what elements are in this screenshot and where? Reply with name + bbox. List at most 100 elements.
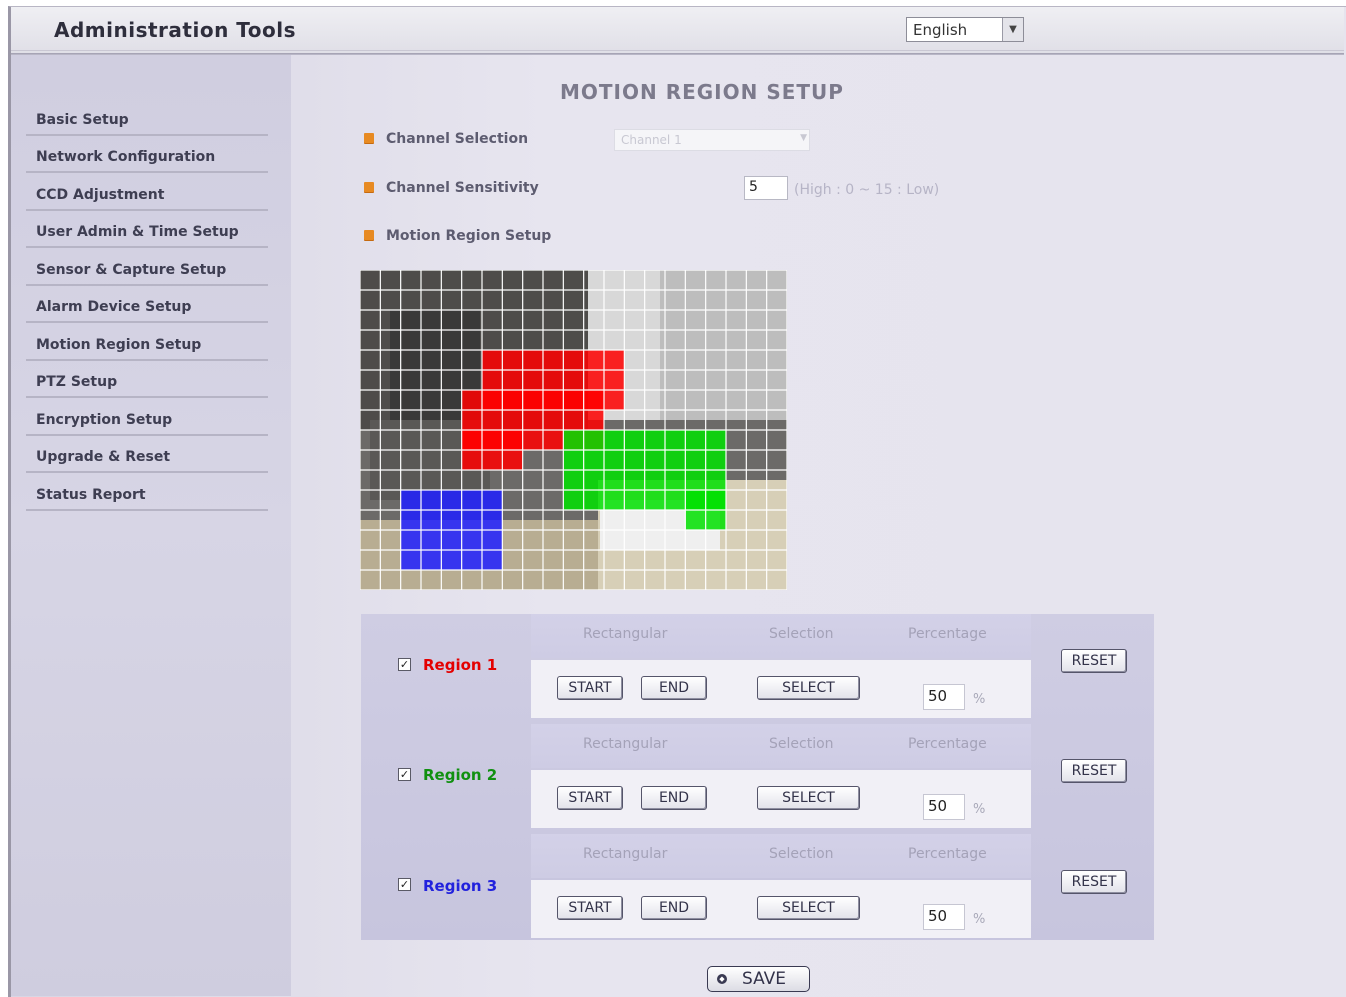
region-1-cell[interactable] [543, 350, 564, 370]
region-1-cell[interactable] [583, 350, 604, 370]
region-3-percentage-input[interactable]: 50 [923, 904, 965, 930]
region-2-cell[interactable] [604, 490, 625, 510]
region-2-checkbox[interactable]: ✓ [398, 768, 411, 781]
region-3-cell[interactable] [400, 530, 421, 550]
region-1-select-button[interactable]: SELECT [757, 676, 860, 700]
sidebar-item-basic-setup[interactable]: Basic Setup [26, 100, 268, 136]
region-3-cell[interactable] [421, 490, 442, 510]
motion-grid-canvas[interactable] [360, 270, 787, 590]
region-1-cell[interactable] [543, 370, 564, 390]
region-1-cell[interactable] [583, 370, 604, 390]
language-select[interactable]: English ▼ [906, 17, 1024, 42]
region-2-cell[interactable] [583, 450, 604, 470]
region-1-cell[interactable] [502, 450, 523, 470]
region-1-cell[interactable] [543, 430, 564, 450]
region-2-start-button[interactable]: START [557, 786, 623, 810]
region-2-percentage-input[interactable]: 50 [923, 794, 965, 820]
region-1-cell[interactable] [583, 390, 604, 410]
region-2-cell[interactable] [604, 430, 625, 450]
region-2-cell[interactable] [563, 430, 584, 450]
region-2-cell[interactable] [583, 490, 604, 510]
region-1-end-button[interactable]: END [641, 676, 707, 700]
region-1-cell[interactable] [604, 370, 625, 390]
sidebar-item-motion-region-setup[interactable]: Motion Region Setup [26, 325, 268, 361]
region-3-cell[interactable] [400, 490, 421, 510]
region-3-cell[interactable] [482, 550, 503, 570]
region-2-reset-button[interactable]: RESET [1061, 759, 1127, 783]
region-3-cell[interactable] [461, 490, 482, 510]
channel-sensitivity-input[interactable]: 5 [744, 176, 788, 200]
region-2-cell[interactable] [665, 450, 686, 470]
region-3-checkbox[interactable]: ✓ [398, 878, 411, 891]
region-1-cell[interactable] [502, 410, 523, 430]
region-3-cell[interactable] [482, 490, 503, 510]
region-1-cell[interactable] [482, 370, 503, 390]
region-1-cell[interactable] [522, 410, 543, 430]
region-1-cell[interactable] [502, 370, 523, 390]
region-2-cell[interactable] [705, 470, 726, 490]
region-3-cell[interactable] [441, 550, 462, 570]
region-1-cell[interactable] [482, 350, 503, 370]
region-1-cell[interactable] [604, 350, 625, 370]
sidebar-item-encryption-setup[interactable]: Encryption Setup [26, 400, 268, 436]
region-1-reset-button[interactable]: RESET [1061, 649, 1127, 673]
region-2-cell[interactable] [624, 430, 645, 450]
region-3-cell[interactable] [441, 490, 462, 510]
region-1-cell[interactable] [583, 410, 604, 430]
region-3-cell[interactable] [461, 550, 482, 570]
region-2-cell[interactable] [604, 450, 625, 470]
region-3-start-button[interactable]: START [557, 896, 623, 920]
save-button[interactable]: ◆ SAVE [707, 966, 810, 992]
region-3-cell[interactable] [461, 530, 482, 550]
region-1-cell[interactable] [543, 410, 564, 430]
region-3-cell[interactable] [421, 550, 442, 570]
region-2-cell[interactable] [624, 490, 645, 510]
region-2-cell[interactable] [644, 470, 665, 490]
region-2-cell[interactable] [583, 470, 604, 490]
region-2-cell[interactable] [685, 470, 706, 490]
region-1-cell[interactable] [543, 390, 564, 410]
region-2-cell[interactable] [685, 450, 706, 470]
region-1-checkbox[interactable]: ✓ [398, 658, 411, 671]
region-2-cell[interactable] [563, 470, 584, 490]
sidebar-item-upgrade-reset[interactable]: Upgrade & Reset [26, 437, 268, 473]
region-1-cell[interactable] [563, 350, 584, 370]
region-3-cell[interactable] [400, 510, 421, 530]
region-3-reset-button[interactable]: RESET [1061, 870, 1127, 894]
channel-select[interactable]: Channel 1 ▼ [614, 129, 810, 151]
region-3-cell[interactable] [441, 530, 462, 550]
region-1-cell[interactable] [604, 390, 625, 410]
region-2-cell[interactable] [604, 470, 625, 490]
region-1-cell[interactable] [502, 430, 523, 450]
region-1-cell[interactable] [502, 350, 523, 370]
region-1-cell[interactable] [563, 370, 584, 390]
region-3-cell[interactable] [482, 510, 503, 530]
region-2-cell[interactable] [705, 430, 726, 450]
region-3-end-button[interactable]: END [641, 896, 707, 920]
chevron-down-icon[interactable]: ▼ [1002, 18, 1023, 41]
region-1-cell[interactable] [482, 430, 503, 450]
sidebar-item-status-report[interactable]: Status Report [26, 475, 268, 511]
region-2-cell[interactable] [705, 450, 726, 470]
region-3-cell[interactable] [421, 530, 442, 550]
region-2-cell[interactable] [665, 430, 686, 450]
region-1-cell[interactable] [482, 410, 503, 430]
region-3-cell[interactable] [482, 530, 503, 550]
region-1-cell[interactable] [461, 430, 482, 450]
region-2-cell[interactable] [685, 510, 706, 530]
region-1-cell[interactable] [502, 390, 523, 410]
region-2-end-button[interactable]: END [641, 786, 707, 810]
region-1-cell[interactable] [461, 410, 482, 430]
region-1-cell[interactable] [522, 430, 543, 450]
region-3-cell[interactable] [421, 510, 442, 530]
region-3-select-button[interactable]: SELECT [757, 896, 860, 920]
region-2-cell[interactable] [644, 430, 665, 450]
region-2-cell[interactable] [705, 490, 726, 510]
sidebar-item-ptz-setup[interactable]: PTZ Setup [26, 362, 268, 398]
region-3-cell[interactable] [441, 510, 462, 530]
region-2-cell[interactable] [563, 450, 584, 470]
sidebar-item-sensor-capture-setup[interactable]: Sensor & Capture Setup [26, 250, 268, 286]
region-2-cell[interactable] [624, 470, 645, 490]
region-2-cell[interactable] [563, 490, 584, 510]
region-1-cell[interactable] [563, 410, 584, 430]
